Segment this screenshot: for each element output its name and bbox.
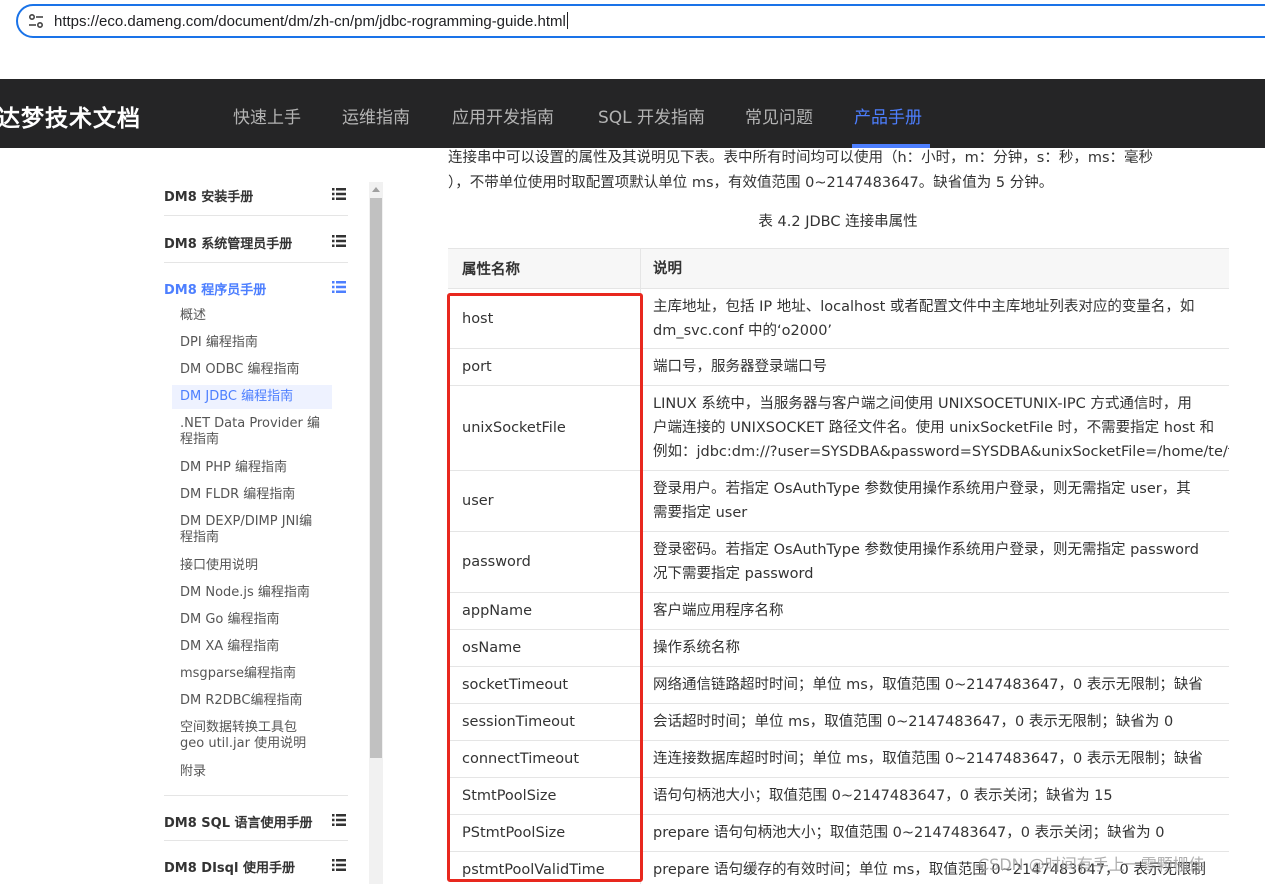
- sidebar-item-odbc[interactable]: DM ODBC 编程指南: [172, 358, 332, 382]
- sidebar-section-programmer[interactable]: DM8 程序员手册: [164, 263, 348, 309]
- column-header-name: 属性名称: [448, 249, 641, 288]
- desc-line: 登录密码。若指定 OsAuthType 参数使用操作系统用户登录，则无需指定 p…: [653, 542, 1199, 558]
- property-desc-text: 操作系统名称: [653, 636, 740, 660]
- property-desc-cell: 语句句柄池大小；取值范围 0~2147483647，0 表示关闭；缺省为 15: [641, 778, 1229, 814]
- sidebar-item-interface-usage[interactable]: 接口使用说明: [172, 554, 332, 578]
- list-icon[interactable]: [332, 281, 346, 293]
- sidebar-item-jdbc[interactable]: DM JDBC 编程指南: [172, 385, 332, 409]
- sidebar-section-label: DM8 系统管理员手册: [164, 237, 293, 252]
- sidebar-item-fldr[interactable]: DM FLDR 编程指南: [172, 483, 332, 507]
- sidebar-scroll-thumb[interactable]: [370, 198, 382, 758]
- property-desc-cell: 连连接数据库超时时间；单位 ms，取值范围 0~2147483647，0 表示无…: [641, 741, 1229, 777]
- sidebar-section-disql[interactable]: DM8 DIsql 使用手册: [164, 841, 348, 884]
- sidebar-item-go[interactable]: DM Go 编程指南: [172, 608, 332, 632]
- sidebar-section-label: DM8 程序员手册: [164, 283, 267, 298]
- sidebar-item-php[interactable]: DM PHP 编程指南: [172, 456, 332, 480]
- desc-line: 客户端应用程序名称: [653, 603, 784, 619]
- url-value: https://eco.dameng.com/document/dm/zh-cn…: [54, 13, 566, 30]
- desc-line: 操作系统名称: [653, 640, 740, 656]
- intro-line: ），不带单位使用时取配置项默认单位 ms，有效值范围 0~2147483647。…: [448, 175, 1054, 191]
- sidebar-section-label: DM8 SQL 语言使用手册: [164, 816, 313, 831]
- desc-line: 端口号，服务器登录端口号: [653, 359, 827, 375]
- property-desc-cell: 登录密码。若指定 OsAuthType 参数使用操作系统用户登录，则无需指定 p…: [641, 532, 1229, 592]
- nav-sql-dev-guide[interactable]: SQL 开发指南: [598, 103, 705, 128]
- sidebar-item-dotnet[interactable]: .NET Data Provider 编程指南: [172, 412, 332, 452]
- nav-quickstart[interactable]: 快速上手: [233, 103, 301, 128]
- property-desc-text: 主库地址，包括 IP 地址、localhost 或者配置文件中主库地址列表对应的…: [653, 295, 1194, 343]
- browser-toolbar: https://eco.dameng.com/document/dm/zh-cn…: [0, 0, 1265, 44]
- nav-product-manual[interactable]: 产品手册: [854, 103, 922, 128]
- property-desc-text: 端口号，服务器登录端口号: [653, 355, 827, 379]
- sidebar-section-admin[interactable]: DM8 系统管理员手册: [164, 217, 348, 263]
- column-header-desc: 说明: [653, 260, 682, 277]
- property-desc-cell: LINUX 系统中，当服务器与客户端之间使用 UNIXSOCETUNIX-IPC…: [641, 386, 1229, 470]
- property-desc-cell: prepare 语句句柄池大小；取值范围 0~2147483647，0 表示关闭…: [641, 815, 1229, 851]
- property-desc-text: 语句句柄池大小；取值范围 0~2147483647，0 表示关闭；缺省为 15: [653, 784, 1113, 808]
- tune-icon[interactable]: [28, 13, 44, 29]
- property-desc-cell: 操作系统名称: [641, 630, 1229, 666]
- scroll-up-arrow-icon[interactable]: [372, 187, 380, 192]
- url-text[interactable]: https://eco.dameng.com/document/dm/zh-cn…: [54, 12, 568, 30]
- nav-app-dev-guide[interactable]: 应用开发指南: [452, 103, 554, 128]
- desc-line: LINUX 系统中，当服务器与客户端之间使用 UNIXSOCETUNIX-IPC…: [653, 396, 1192, 412]
- sidebar-item-dexp-dimp[interactable]: DM DEXP/DIMP JNI编程指南: [172, 510, 332, 550]
- sidebar-item-msgparse[interactable]: msgparse编程指南: [172, 662, 332, 686]
- desc-line: 网络通信链路超时时间；单位 ms，取值范围 0~2147483647，0 表示无…: [653, 677, 1203, 693]
- desc-line: dm_svc.conf 中的‘o2000’: [653, 322, 833, 339]
- sidebar-section-sql[interactable]: DM8 SQL 语言使用手册: [164, 795, 348, 841]
- property-desc-text: prepare 语句句柄池大小；取值范围 0~2147483647，0 表示关闭…: [653, 821, 1164, 845]
- desc-line: 连连接数据库超时时间；单位 ms，取值范围 0~2147483647，0 表示无…: [653, 751, 1203, 767]
- highlight-annotation: [447, 293, 643, 882]
- sidebar-section-install[interactable]: DM8 安装手册: [164, 170, 348, 216]
- site-header: 达梦技术文档 快速上手 运维指南 应用开发指南 SQL 开发指南 常见问题 产品…: [0, 79, 1265, 148]
- desc-line: 会话超时时间；单位 ms，取值范围 0~2147483647，0 表示无限制；缺…: [653, 714, 1174, 730]
- site-title[interactable]: 达梦技术文档: [0, 99, 141, 133]
- sidebar-item-geo-util[interactable]: 空间数据转换工具包 geo util.jar 使用说明: [172, 716, 332, 756]
- desc-line: 登录用户。若指定 OsAuthType 参数使用操作系统用户登录，则无需指定 u…: [653, 481, 1191, 497]
- list-icon[interactable]: [332, 814, 346, 826]
- sidebar-item-nodejs[interactable]: DM Node.js 编程指南: [172, 581, 332, 605]
- intro-paragraph: 连接串中可以设置的属性及其说明见下表。表中所有时间均可以使用（h：小时，m：分钟…: [448, 146, 1238, 196]
- property-desc-text: 连连接数据库超时时间；单位 ms，取值范围 0~2147483647，0 表示无…: [653, 747, 1203, 771]
- desc-line: 需要指定 user: [653, 505, 748, 521]
- list-icon[interactable]: [332, 188, 346, 200]
- desc-line: 户端连接的 UNIXSOCKET 路径文件名。使用 unixSocketFile…: [653, 420, 1215, 436]
- property-desc-text: 登录密码。若指定 OsAuthType 参数使用操作系统用户登录，则无需指定 p…: [653, 538, 1199, 586]
- sidebar-item-overview[interactable]: 概述: [172, 304, 332, 328]
- property-desc-cell: 端口号，服务器登录端口号: [641, 349, 1229, 385]
- property-desc-cell: 登录用户。若指定 OsAuthType 参数使用操作系统用户登录，则无需指定 u…: [641, 471, 1229, 531]
- property-desc-cell: 客户端应用程序名称: [641, 593, 1229, 629]
- text-caret: [566, 12, 568, 29]
- table-header-row: 属性名称 说明: [448, 249, 1229, 289]
- sidebar-item-dpi[interactable]: DPI 编程指南: [172, 331, 332, 355]
- sidebar-item-xa[interactable]: DM XA 编程指南: [172, 635, 332, 659]
- list-icon[interactable]: [332, 235, 346, 247]
- nav-ops-guide[interactable]: 运维指南: [342, 103, 410, 128]
- property-desc-text: 登录用户。若指定 OsAuthType 参数使用操作系统用户登录，则无需指定 u…: [653, 477, 1191, 525]
- watermark: CSDN @时间有手上一零颗栅佳: [978, 855, 1205, 874]
- property-desc-text: LINUX 系统中，当服务器与客户端之间使用 UNIXSOCETUNIX-IPC…: [653, 392, 1229, 464]
- sidebar-section-label: DM8 安装手册: [164, 190, 254, 205]
- property-desc-cell: 会话超时时间；单位 ms，取值范围 0~2147483647，0 表示无限制；缺…: [641, 704, 1229, 740]
- desc-line: 况下需要指定 password: [653, 566, 814, 582]
- property-desc-cell: 网络通信链路超时时间；单位 ms，取值范围 0~2147483647，0 表示无…: [641, 667, 1229, 703]
- intro-line: 连接串中可以设置的属性及其说明见下表。表中所有时间均可以使用（h：小时，m：分钟…: [448, 150, 1154, 166]
- desc-line: prepare 语句句柄池大小；取值范围 0~2147483647，0 表示关闭…: [653, 825, 1165, 841]
- desc-line: 例如：jdbc:dm://?user=SYSDBA&password=SYSDB…: [653, 444, 1229, 460]
- sidebar-section-label: DM8 DIsql 使用手册: [164, 861, 295, 876]
- desc-line: 语句句柄池大小；取值范围 0~2147483647，0 表示关闭；缺省为 15: [653, 788, 1113, 804]
- property-desc-text: 网络通信链路超时时间；单位 ms，取值范围 0~2147483647，0 表示无…: [653, 673, 1203, 697]
- sidebar-item-appendix[interactable]: 附录: [172, 760, 332, 784]
- property-desc-text: 客户端应用程序名称: [653, 599, 784, 623]
- table-caption: 表 4.2 JDBC 连接串属性: [758, 214, 918, 230]
- address-bar[interactable]: https://eco.dameng.com/document/dm/zh-cn…: [16, 4, 1265, 38]
- property-desc-text: 会话超时时间；单位 ms，取值范围 0~2147483647，0 表示无限制；缺…: [653, 710, 1173, 734]
- property-desc-cell: 主库地址，包括 IP 地址、localhost 或者配置文件中主库地址列表对应的…: [641, 289, 1229, 348]
- desc-line: 主库地址，包括 IP 地址、localhost 或者配置文件中主库地址列表对应的…: [653, 298, 1195, 315]
- sidebar-item-r2dbc[interactable]: DM R2DBC编程指南: [172, 689, 332, 713]
- nav-faq[interactable]: 常见问题: [745, 103, 813, 128]
- list-icon[interactable]: [332, 859, 346, 871]
